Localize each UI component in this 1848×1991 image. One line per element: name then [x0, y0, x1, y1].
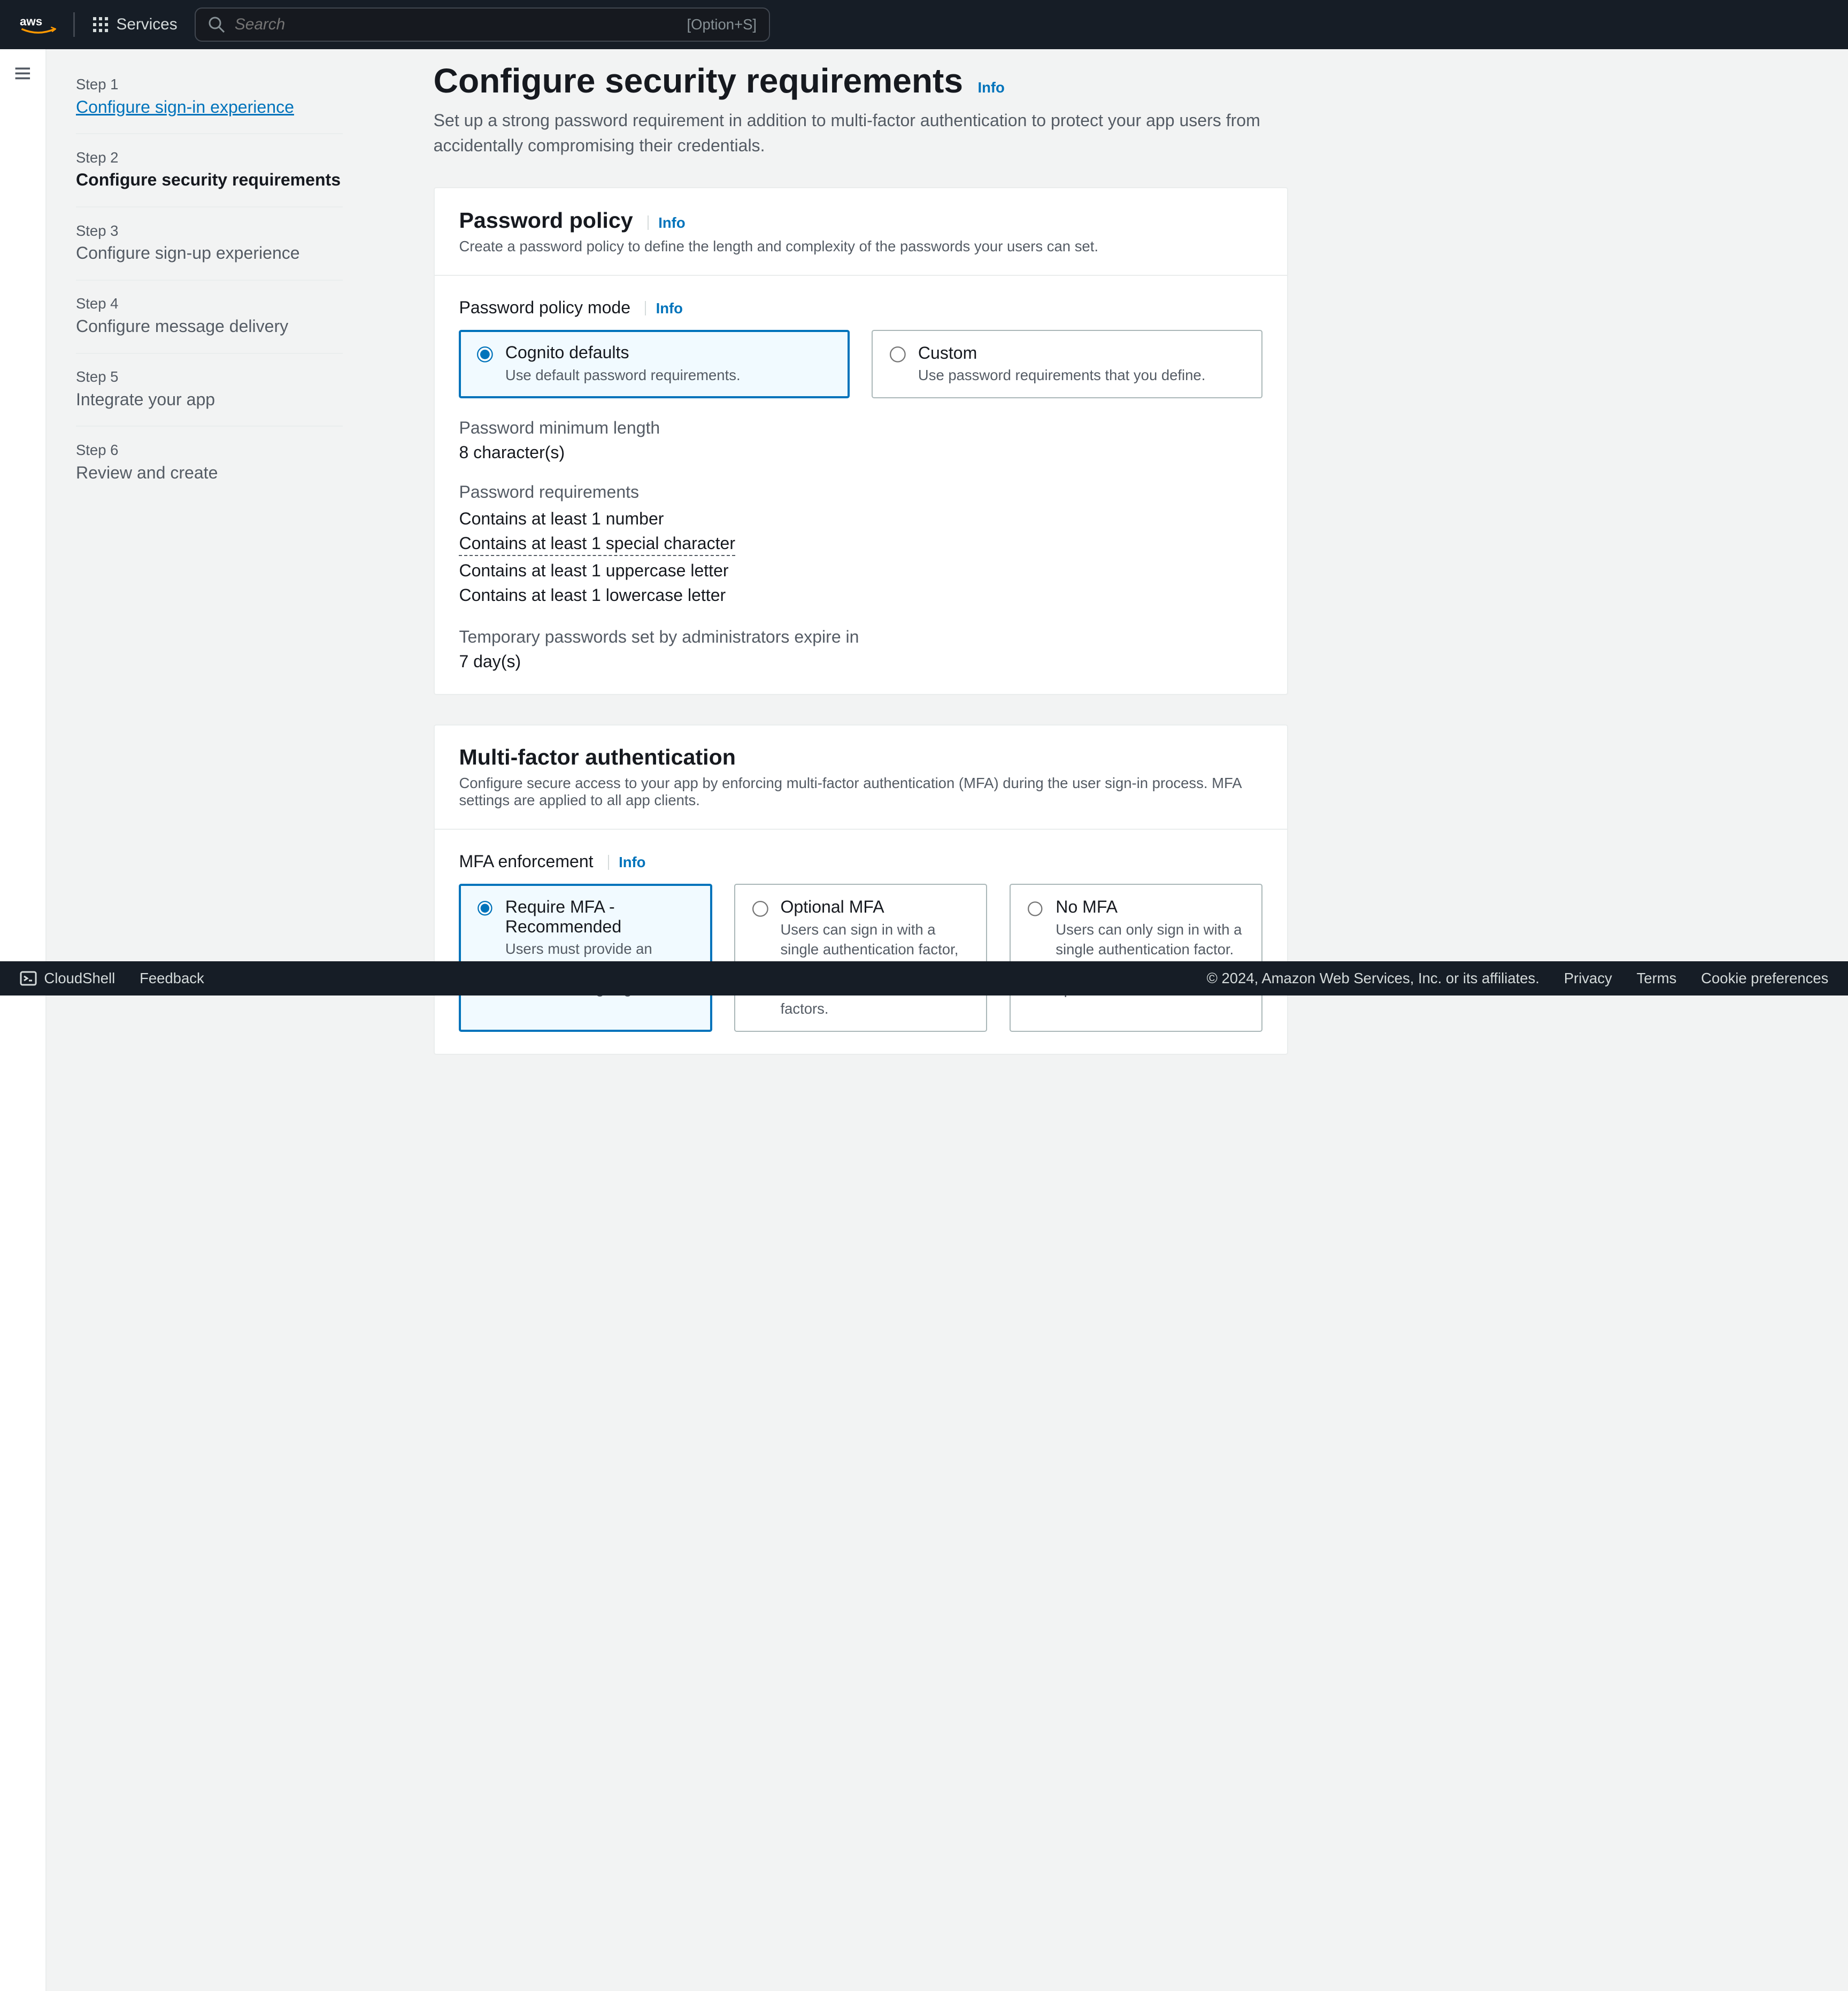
mfa-optional-radio[interactable]: [752, 901, 768, 917]
wizard-step-4: Step 4 Configure message delivery: [76, 281, 343, 354]
wizard-step-1[interactable]: Step 1 Configure sign-in experience: [76, 61, 343, 134]
wizard-step-label[interactable]: Configure sign-in experience: [76, 96, 343, 119]
password-policy-card: Password policy Info Create a password p…: [434, 187, 1288, 694]
search-box[interactable]: [Option+S]: [195, 7, 770, 42]
aws-logo[interactable]: aws: [20, 13, 57, 35]
policy-mode-defaults-radio[interactable]: [477, 346, 493, 362]
wizard-step-5: Step 5 Integrate your app: [76, 354, 343, 427]
divider: [73, 12, 74, 37]
services-label: Services: [116, 16, 177, 34]
tile-desc: Use default password requirements.: [505, 365, 741, 385]
policy-mode-custom-radio[interactable]: [890, 346, 906, 362]
temp-expire-label: Temporary passwords set by administrator…: [459, 627, 1262, 647]
mfa-require-radio[interactable]: [477, 901, 493, 917]
temp-expire-value: 7 day(s): [459, 652, 1262, 672]
hamburger-icon[interactable]: [0, 64, 45, 88]
terms-link[interactable]: Terms: [1637, 970, 1677, 987]
tile-title: No MFA: [1056, 897, 1244, 917]
wizard-step-label: Configure message delivery: [76, 315, 343, 338]
wizard-step-label: Review and create: [76, 461, 343, 484]
card-title: Multi-factor authentication: [459, 745, 736, 769]
wizard-step-stage: Step 5: [76, 368, 343, 385]
tile-title: Custom: [918, 343, 1205, 363]
search-input[interactable]: [235, 16, 687, 34]
password-policy-info-link[interactable]: Info: [648, 215, 686, 230]
policy-mode-defaults-tile[interactable]: Cognito defaults Use default password re…: [459, 330, 850, 398]
wizard-step-6: Step 6 Review and create: [76, 427, 343, 499]
wizard-step-stage: Step 2: [76, 149, 343, 166]
mfa-enforcement-label: MFA enforcement Info: [459, 852, 1262, 871]
cloudshell-button[interactable]: CloudShell: [20, 970, 116, 987]
tile-title: Require MFA - Recommended: [505, 897, 694, 937]
requirement-item: Contains at least 1 lowercase letter: [459, 583, 1262, 607]
mfa-enforcement-info-link[interactable]: Info: [608, 855, 646, 869]
requirements-list: Contains at least 1 number Contains at l…: [459, 507, 1262, 608]
mfa-card: Multi-factor authentication Configure se…: [434, 724, 1288, 1055]
card-title: Password policy: [459, 208, 633, 233]
tile-desc: Use password requirements that you defin…: [918, 365, 1205, 385]
requirement-item: Contains at least 1 number: [459, 507, 1262, 531]
wizard-nav: Step 1 Configure sign-in experience Step…: [47, 49, 353, 1991]
privacy-link[interactable]: Privacy: [1564, 970, 1612, 987]
card-description: Configure secure access to your app by e…: [459, 775, 1262, 809]
tile-title: Cognito defaults: [505, 343, 741, 362]
policy-mode-label: Password policy mode Info: [459, 298, 1262, 318]
card-description: Create a password policy to define the l…: [459, 238, 1262, 255]
tile-title: Optional MFA: [780, 897, 969, 917]
search-icon: [208, 16, 225, 33]
search-shortcut: [Option+S]: [687, 16, 757, 33]
mfa-optional-tile[interactable]: Optional MFA Users can sign in with a si…: [734, 884, 988, 1032]
page-description: Set up a strong password requirement in …: [434, 108, 1291, 158]
page-info-link[interactable]: Info: [975, 79, 1005, 96]
label-text: Password policy mode: [459, 298, 630, 317]
side-gutter: [0, 49, 47, 1991]
cookie-prefs-link[interactable]: Cookie preferences: [1701, 970, 1828, 987]
wizard-step-stage: Step 6: [76, 442, 343, 459]
feedback-link[interactable]: Feedback: [140, 970, 204, 987]
min-length-value: 8 character(s): [459, 443, 1262, 462]
mfa-require-tile[interactable]: Require MFA - Recommended Users must pro…: [459, 884, 712, 1032]
global-footer: CloudShell Feedback © 2024, Amazon Web S…: [0, 961, 1848, 996]
wizard-step-stage: Step 3: [76, 222, 343, 240]
copyright: © 2024, Amazon Web Services, Inc. or its…: [1207, 970, 1539, 987]
wizard-step-label: Configure sign-up experience: [76, 242, 343, 265]
policy-mode-custom-tile[interactable]: Custom Use password requirements that yo…: [872, 330, 1262, 398]
main-content: Configure security requirements Info Set…: [353, 49, 1848, 1991]
wizard-step-label: Integrate your app: [76, 388, 343, 411]
requirement-item: Contains at least 1 special character: [459, 534, 735, 555]
global-nav: aws Services [Option+S] Ohio manoj.khatr…: [0, 0, 1848, 49]
mfa-none-tile[interactable]: No MFA Users can only sign in with a sin…: [1010, 884, 1263, 1032]
wizard-step-2: Step 2 Configure security requirements: [76, 134, 343, 207]
grid-icon: [92, 16, 109, 33]
wizard-step-stage: Step 1: [76, 76, 343, 93]
svg-text:aws: aws: [20, 15, 42, 28]
requirements-label: Password requirements: [459, 482, 1262, 502]
label-text: MFA enforcement: [459, 852, 593, 871]
wizard-step-label: Configure security requirements: [76, 168, 343, 191]
min-length-label: Password minimum length: [459, 418, 1262, 438]
requirement-item: Contains at least 1 uppercase letter: [459, 558, 1262, 583]
wizard-step-3: Step 3 Configure sign-up experience: [76, 207, 343, 281]
wizard-step-stage: Step 4: [76, 295, 343, 312]
mfa-none-radio[interactable]: [1028, 901, 1044, 917]
policy-mode-info-link[interactable]: Info: [645, 301, 683, 315]
services-menu[interactable]: Services: [92, 16, 178, 34]
page-title: Configure security requirements: [434, 61, 963, 101]
cloudshell-label: CloudShell: [44, 970, 115, 987]
